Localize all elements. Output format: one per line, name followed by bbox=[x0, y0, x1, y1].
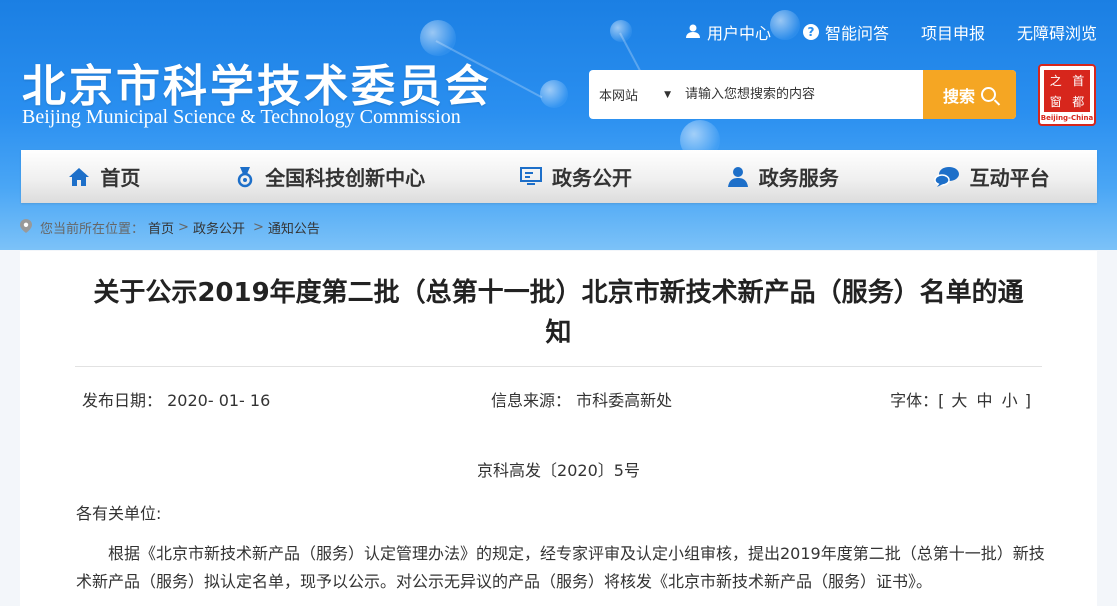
capital-logo-char: 都 bbox=[1067, 91, 1089, 111]
search-scope-value: 本网站 bbox=[599, 89, 639, 104]
user-center-link[interactable]: 用户中心 bbox=[685, 20, 771, 44]
breadcrumb-notices[interactable]: 通知公告 bbox=[268, 218, 320, 237]
breadcrumb-separator: > bbox=[178, 220, 189, 235]
font-size-label: 字体：[ bbox=[890, 391, 945, 410]
project-apply-link[interactable]: 项目申报 bbox=[921, 20, 985, 44]
capital-logo-char: 之 bbox=[1045, 71, 1067, 91]
breadcrumb-separator: > bbox=[252, 220, 264, 235]
site-logo-chinese[interactable]: 北京市科学技术委员会 bbox=[22, 50, 492, 114]
search-scope-select[interactable]: 本网站 ▼ bbox=[589, 70, 679, 119]
title-divider bbox=[75, 366, 1042, 367]
publish-date-value: 2020- 01- 16 bbox=[167, 391, 271, 410]
main-nav: 首页 全国科技创新中心 政务公开 政务服务 互动平台 bbox=[21, 150, 1097, 203]
accessibility-link[interactable]: 无障碍浏览 bbox=[1017, 20, 1097, 44]
font-size-small-button[interactable]: 小 bbox=[1000, 391, 1020, 410]
nav-item-label: 政务服务 bbox=[758, 166, 839, 190]
capital-window-logo[interactable]: 之 首 窗 都 Beijing-China bbox=[1038, 64, 1096, 126]
home-icon bbox=[68, 167, 90, 187]
top-links: 用户中心 ? 智能问答 项目申报 无障碍浏览 bbox=[685, 20, 1097, 44]
search-button-label: 搜索 bbox=[942, 86, 975, 106]
nav-item-innovation-center[interactable]: 全国科技创新中心 bbox=[235, 162, 425, 191]
nav-item-interaction[interactable]: 互动平台 bbox=[933, 162, 1050, 191]
accessibility-label: 无障碍浏览 bbox=[1016, 24, 1097, 43]
article-card: 关于公示2019年度第二批（总第十一批）北京市新技术新产品（服务）名单的通知 发… bbox=[20, 251, 1097, 606]
info-source: 信息来源： 市科委高新处 bbox=[491, 387, 672, 411]
body-paragraph: 根据《北京市新技术新产品（服务）认定管理办法》的规定，经专家评审及认定小组审核，… bbox=[76, 544, 1045, 591]
user-center-label: 用户中心 bbox=[706, 24, 771, 43]
site-logo-english: Beijing Municipal Science & Technology C… bbox=[22, 106, 461, 128]
capital-logo-grid: 之 首 窗 都 bbox=[1044, 70, 1090, 112]
nav-item-gov-services[interactable]: 政务服务 bbox=[727, 162, 839, 191]
breadcrumb-prefix: 您当前所在位置： bbox=[40, 222, 145, 237]
monitor-icon bbox=[519, 166, 542, 187]
publish-date: 发布日期： 2020- 01- 16 bbox=[82, 387, 270, 411]
medal-icon bbox=[235, 166, 255, 188]
question-icon: ? bbox=[802, 24, 819, 40]
breadcrumb-home[interactable]: 首页 bbox=[148, 218, 174, 237]
smart-qa-label: 智能问答 bbox=[824, 24, 889, 43]
smart-qa-link[interactable]: ? 智能问答 bbox=[802, 20, 889, 44]
font-size-close-bracket: ] bbox=[1024, 391, 1031, 410]
nav-item-label: 全国科技创新中心 bbox=[265, 166, 426, 190]
capital-logo-char: 窗 bbox=[1045, 91, 1067, 111]
breadcrumb-gov-affairs-public[interactable]: 政务公开 bbox=[193, 218, 245, 237]
article-title: 关于公示2019年度第二批（总第十一批）北京市新技术新产品（服务）名单的通知 bbox=[93, 278, 1024, 348]
nav-item-label: 首页 bbox=[100, 166, 141, 190]
project-apply-label: 项目申报 bbox=[920, 24, 985, 43]
nav-item-label: 政务公开 bbox=[551, 166, 632, 190]
publish-date-label: 发布日期： bbox=[82, 391, 163, 410]
search-bar: 本网站 ▼ 搜索 bbox=[589, 70, 1016, 119]
search-input[interactable] bbox=[679, 70, 923, 119]
font-size-large-button[interactable]: 大 bbox=[949, 391, 969, 410]
font-size-control: 字体：[ 大 中 小 ] bbox=[890, 387, 1031, 411]
salutation: 各有关单位: bbox=[76, 504, 162, 523]
font-size-medium-button[interactable]: 中 bbox=[975, 391, 995, 410]
user-icon bbox=[685, 23, 701, 42]
search-button[interactable]: 搜索 bbox=[923, 70, 1016, 119]
info-source-value: 市科委高新处 bbox=[576, 391, 673, 410]
chat-bubble-icon bbox=[933, 166, 960, 188]
capital-logo-caption: Beijing-China bbox=[1040, 114, 1094, 122]
nav-item-label: 互动平台 bbox=[969, 166, 1050, 190]
document-number: 京科高发〔2020〕5号 bbox=[477, 461, 640, 480]
decor-molecule bbox=[540, 80, 568, 108]
location-pin-icon bbox=[20, 218, 32, 237]
breadcrumb: 您当前所在位置： 首页 > 政务公开 > 通知公告 bbox=[20, 218, 320, 237]
nav-item-home[interactable]: 首页 bbox=[68, 162, 140, 191]
dropdown-arrow-icon: ▼ bbox=[664, 89, 671, 100]
capital-logo-char: 首 bbox=[1067, 71, 1089, 91]
search-icon bbox=[981, 87, 996, 102]
info-source-label: 信息来源： bbox=[491, 391, 572, 410]
site-header: 北京市科学技术委员会 Beijing Municipal Science & T… bbox=[0, 0, 1117, 250]
nav-item-gov-affairs-public[interactable]: 政务公开 bbox=[519, 162, 632, 191]
person-icon bbox=[727, 166, 749, 188]
